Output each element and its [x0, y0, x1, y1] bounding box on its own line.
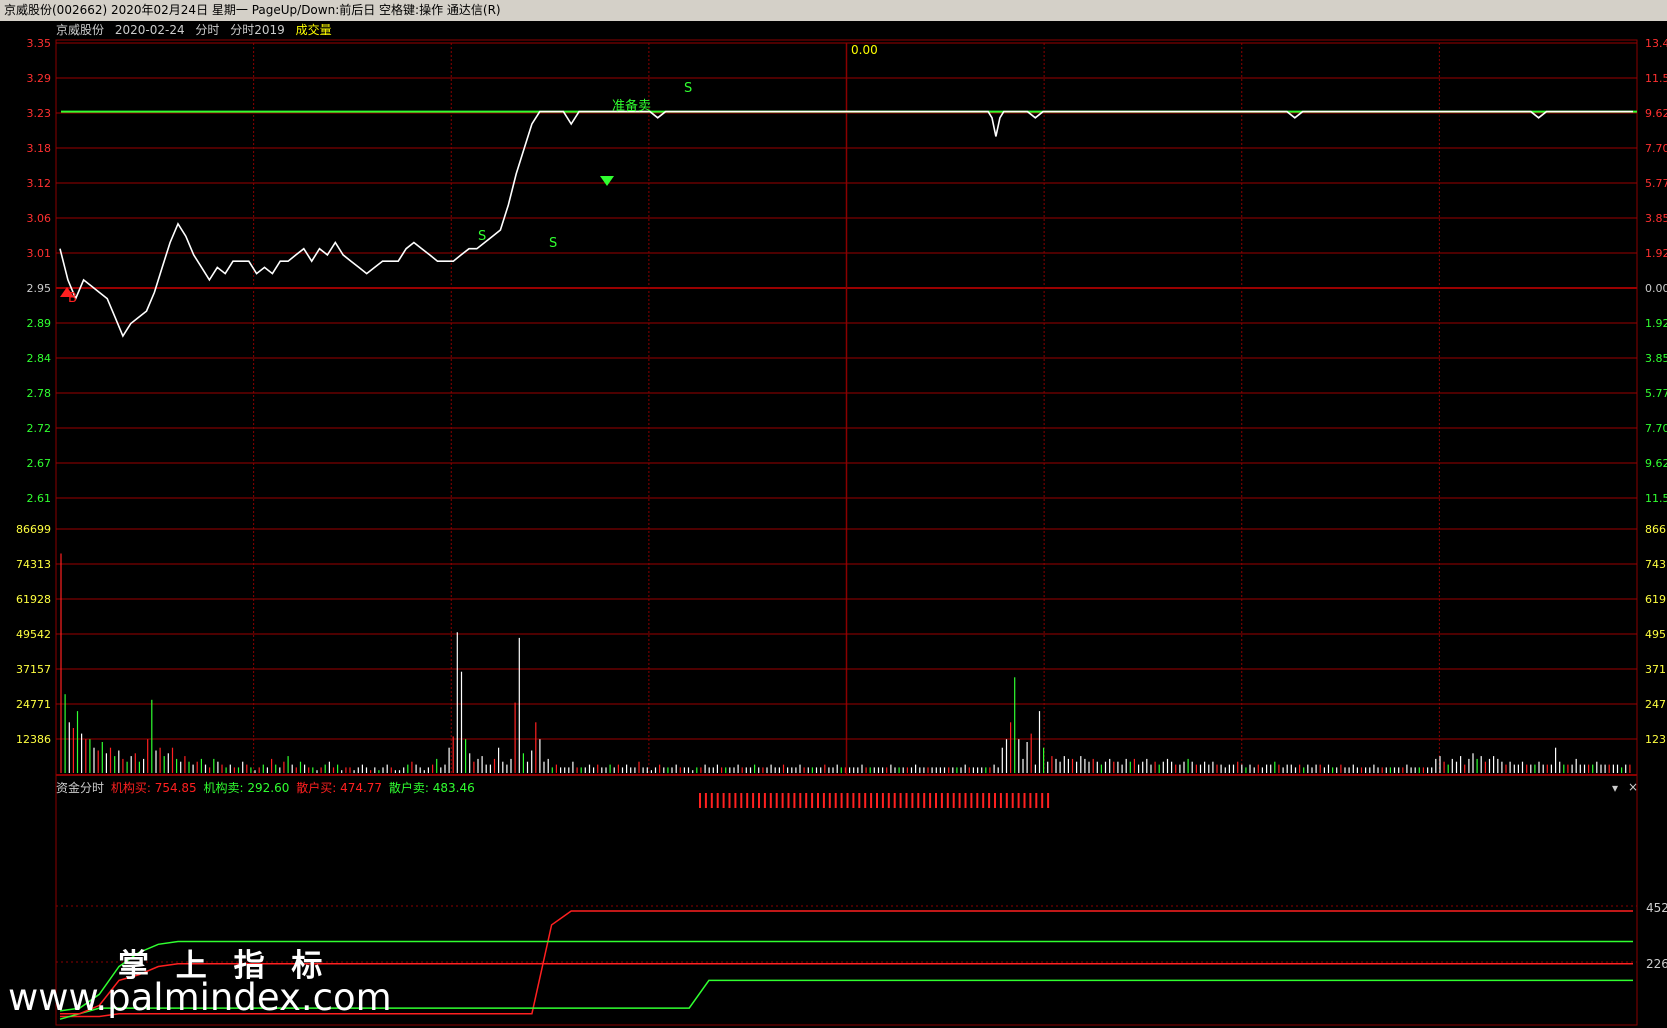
mid-marker: 0.00	[851, 43, 878, 57]
volume-axis-label-right: 247	[1645, 698, 1666, 711]
price-axis-label: 3.18	[27, 142, 52, 155]
price-axis-label: 3.01	[27, 247, 52, 260]
price-axis-label: 3.23	[27, 107, 52, 120]
pct-axis-label: 13.4	[1645, 37, 1667, 50]
volume-axis-label-right: 866	[1645, 523, 1666, 536]
volume-axis-label-right: 495	[1645, 628, 1666, 641]
volume-axis-label: 86699	[16, 523, 51, 536]
price-axis-label: 2.95	[27, 282, 52, 295]
fund-inst-buy: 机构买: 754.85	[110, 781, 197, 795]
price-axis-label: 3.06	[27, 212, 52, 225]
chart-annotation: 准备卖	[612, 98, 651, 114]
pct-axis-label: 7.70	[1645, 422, 1667, 435]
fund-panel-header: 资金分时 机构买: 754.85 机构卖: 292.60 散户买: 474.77…	[56, 780, 478, 796]
price-axis-label: 3.35	[27, 37, 52, 50]
chart-annotation: S	[478, 229, 486, 244]
pct-axis-label: 3.85	[1645, 352, 1667, 365]
chart-annotation: B	[68, 291, 77, 306]
fund-axis-label-2: 226	[1646, 957, 1667, 971]
volume-axis-label: 49542	[16, 628, 51, 641]
fund-inst-sell: 机构卖: 292.60	[203, 781, 290, 795]
indicator-name: 分时2019	[230, 23, 285, 37]
pct-axis-label: 11.5	[1645, 492, 1667, 505]
pct-axis-label: 1.92	[1645, 317, 1667, 330]
volume-axis-label-right: 743	[1645, 558, 1666, 571]
volume-label: 成交量	[295, 23, 332, 37]
volume-axis-label-right: 619	[1645, 593, 1666, 606]
volume-axis-label: 61928	[16, 593, 51, 606]
pct-axis-label: 9.62	[1645, 107, 1667, 120]
volume-axis-label: 12386	[16, 733, 51, 746]
intraday-chart[interactable]: 3.35 13.4 3.29 11.5 3.23 9.62 3.18 7.70 3.12 5.77…	[0, 21, 1667, 1028]
sell-signal-icon	[600, 176, 614, 186]
fund-axis-label-1: 452	[1646, 901, 1667, 915]
watermark-url: www.palmindex.com	[8, 976, 392, 1019]
volume-axis-label: 74313	[16, 558, 51, 571]
fund-panel-title: 资金分时	[56, 781, 105, 795]
chart-header: 京威股份 2020-02-24 分时 分时2019 成交量	[56, 22, 339, 38]
volume-axis-label: 24771	[16, 698, 51, 711]
pct-axis-label: 0.00	[1645, 282, 1667, 295]
panel-dropdown-icon[interactable]: ▾	[1612, 781, 1618, 795]
price-axis-label: 2.89	[27, 317, 52, 330]
chart-annotation: S	[549, 236, 557, 251]
price-axis-label: 3.12	[27, 177, 52, 190]
window-title: 京威股份(002662) 2020年02月24日 星期一 PageUp/Down…	[4, 3, 501, 17]
price-axis-label: 2.78	[27, 387, 52, 400]
panel-close-icon[interactable]: ×	[1628, 780, 1638, 794]
price-axis-label: 2.72	[27, 422, 52, 435]
price-axis-label: 2.67	[27, 457, 52, 470]
pct-axis-label: 9.62	[1645, 457, 1667, 470]
pct-axis-label: 11.5	[1645, 72, 1667, 85]
pct-axis-label: 5.77	[1645, 387, 1667, 400]
stock-name: 京威股份	[56, 23, 105, 37]
volume-axis-label-right: 123	[1645, 733, 1666, 746]
pct-axis-label: 1.92	[1645, 247, 1667, 260]
chart-mode: 分时	[195, 23, 220, 37]
price-axis-label: 3.29	[27, 72, 52, 85]
pct-axis-label: 7.70	[1645, 142, 1667, 155]
window-title-bar: 京威股份(002662) 2020年02月24日 星期一 PageUp/Down…	[0, 0, 1667, 21]
price-axis-label: 2.61	[27, 492, 52, 505]
pct-axis-label: 3.85	[1645, 212, 1667, 225]
pct-axis-label: 5.77	[1645, 177, 1667, 190]
volume-axis-label: 37157	[16, 663, 51, 676]
chart-annotation: S	[684, 81, 692, 96]
chart-date: 2020-02-24	[114, 23, 185, 37]
price-axis-label: 2.84	[27, 352, 52, 365]
volume-axis-label-right: 371	[1645, 663, 1666, 676]
fund-retail-sell: 散户卖: 483.46	[388, 781, 475, 795]
fund-retail-buy: 散户买: 474.77	[296, 781, 383, 795]
